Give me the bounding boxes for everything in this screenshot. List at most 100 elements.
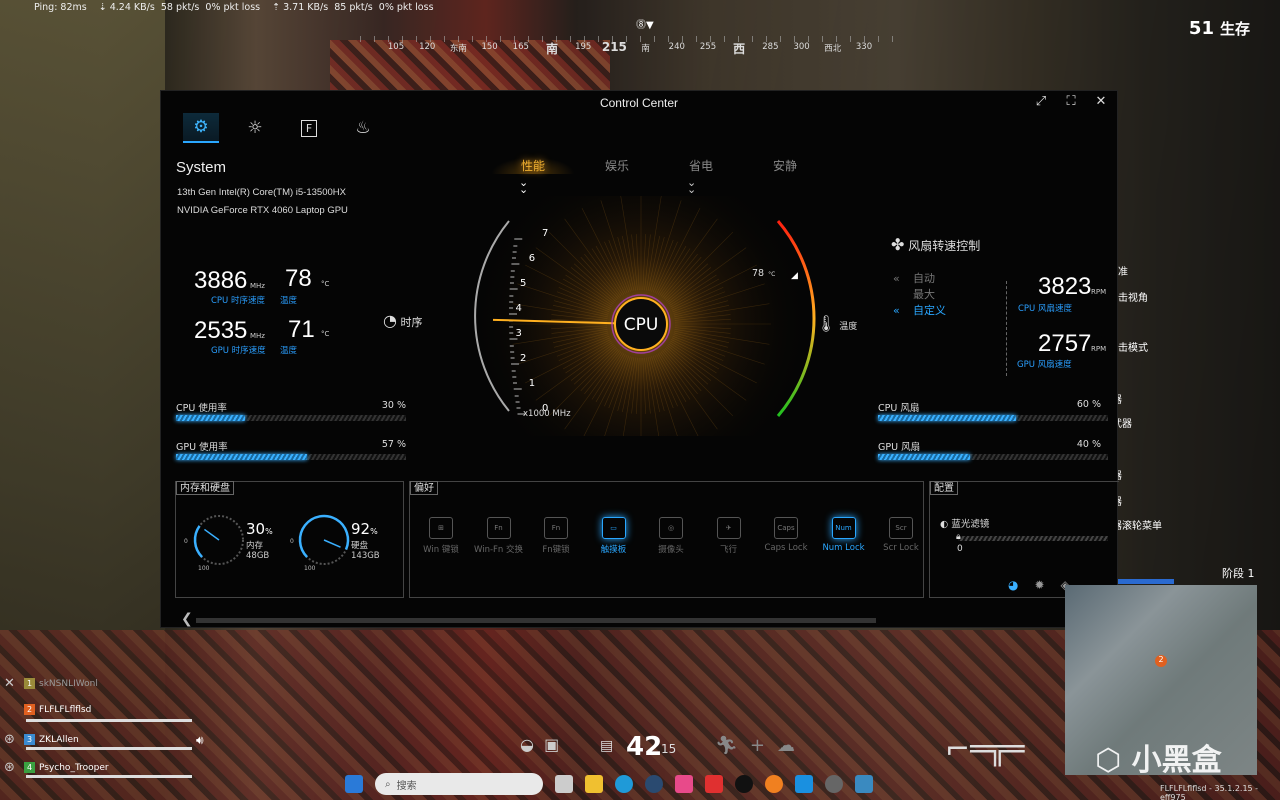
- horizontal-scrollbar[interactable]: [196, 618, 876, 623]
- caps-lock-icon: Caps: [774, 517, 798, 539]
- pref-toggle[interactable]: ⊞ Win 键锁: [413, 517, 469, 555]
- team-number: 1: [24, 678, 35, 689]
- tab-fan[interactable]: ♨: [345, 113, 381, 143]
- steam-icon[interactable]: [645, 775, 663, 793]
- orange-app-icon[interactable]: [765, 775, 783, 793]
- brightness-icon[interactable]: ✹: [1034, 578, 1044, 592]
- memory-panel: 内存和硬盘 0 100 0 100 30% 内存 48GB 92% 硬盘 143…: [175, 481, 404, 598]
- alive-counter: 51 生存: [1189, 18, 1250, 39]
- taskbar: ⌕ 搜索: [345, 770, 945, 798]
- team-member: ⊛ 3 ZKLAllen: [4, 732, 192, 750]
- cpu-fan-rpm-unit: RPM: [1091, 288, 1107, 296]
- gauge-tick-label: 3: [516, 328, 522, 339]
- fan-mode-label: 自动: [913, 272, 935, 285]
- pref-toggle[interactable]: Caps Caps Lock: [758, 517, 814, 553]
- cpu-clock-value: 3886: [194, 267, 248, 294]
- pref-toggle[interactable]: Fn Fn键锁: [528, 517, 584, 555]
- team-health-bar: [26, 719, 192, 722]
- blue-light-label: 蓝光滤镜: [951, 519, 990, 530]
- pref-toggle[interactable]: ◎ 摄像头: [643, 517, 699, 555]
- task-view-icon[interactable]: [555, 775, 573, 793]
- windows-start-icon[interactable]: [345, 775, 363, 793]
- file-explorer-icon[interactable]: [585, 775, 603, 793]
- config-panel: 配置 ◐ 蓝光滤镜 🔒︎ 0 ◕ ✹ ◈: [929, 481, 1119, 598]
- game-app-icon[interactable]: [825, 775, 843, 793]
- fan-icon: ♨: [355, 118, 371, 138]
- netease-icon[interactable]: [675, 775, 693, 793]
- fan-modes: « 自动最大 « 自定义: [893, 271, 946, 319]
- upload-stats: ⇡ 3.71 KB/s 85 pkt/s 0% pkt loss: [272, 2, 434, 13]
- tab-fn-keys[interactable]: F: [291, 113, 327, 143]
- fan-mode-option[interactable]: « 自动: [893, 271, 946, 287]
- slider-lock-icon[interactable]: 🔒︎: [956, 532, 961, 542]
- rifle-icon: ⌐═╦═: [945, 732, 1025, 767]
- pref-label: Win 键锁: [423, 545, 459, 555]
- gpu-usage-label: GPU 使用率: [176, 442, 228, 453]
- ammo-reserve: 15: [661, 742, 677, 756]
- num-lock-icon: Num: [831, 517, 856, 539]
- pref-toggle[interactable]: Num Num Lock: [816, 517, 872, 553]
- memory-panel-title: 内存和硬盘: [176, 481, 234, 495]
- thermometer: 🌡︎ 温度: [816, 314, 857, 333]
- cpu-usage-bar: [176, 415, 406, 421]
- qq-icon[interactable]: [735, 775, 753, 793]
- gpu-clock-unit: MHz: [250, 332, 265, 340]
- mode-tab[interactable]: 性能: [491, 157, 575, 174]
- mode-tab[interactable]: 安静: [743, 157, 827, 174]
- fn-lock-icon: Fn: [544, 517, 568, 539]
- fan-mode-option[interactable]: 最大: [893, 287, 946, 303]
- memory-percent-sign: %: [265, 527, 273, 536]
- disk-percent-sign: %: [370, 527, 378, 536]
- pref-toggle[interactable]: Scr Scr Lock: [873, 517, 929, 553]
- tab-lighting[interactable]: ☼: [237, 113, 273, 143]
- minimize-icon[interactable]: ⤢: [1033, 94, 1049, 110]
- team-name: skNSNLIWonl: [39, 678, 98, 689]
- disk-percent-value: 92: [351, 520, 371, 538]
- half-circle-icon: ◐: [940, 519, 949, 530]
- cpu-usage-value: 30 %: [381, 400, 406, 411]
- mode-tab[interactable]: 省电: [659, 157, 743, 174]
- team-name: Psycho_Trooper: [39, 762, 109, 773]
- mode-tab[interactable]: 娱乐: [575, 157, 659, 174]
- touchpad-icon: ▭: [601, 517, 626, 539]
- dead-icon: ✕: [4, 676, 15, 691]
- compass-tick: 330: [855, 42, 873, 52]
- clock-label: 时序: [400, 316, 423, 329]
- window-buttons: ⤢ ⛶ ✕: [1033, 94, 1109, 110]
- taskbar-search[interactable]: ⌕ 搜索: [375, 773, 543, 795]
- lighting-icon: ☼: [247, 118, 263, 138]
- wps-icon[interactable]: [705, 775, 723, 793]
- compass-tick: 165: [512, 42, 529, 52]
- compass-tick: 215: [601, 40, 627, 54]
- pref-toggle[interactable]: ✈ 飞行: [701, 517, 757, 555]
- compass-tick: 东南: [449, 44, 467, 54]
- pref-toggle[interactable]: Fn Win-Fn 交换: [471, 517, 527, 555]
- control-center-taskbar-icon[interactable]: [855, 775, 873, 793]
- slider-value: 0: [957, 544, 963, 554]
- team-name: FLFLFLflflsd: [39, 704, 92, 715]
- close-icon[interactable]: ✕: [1093, 94, 1109, 110]
- team-number: 4: [24, 762, 35, 773]
- fan-mode-option[interactable]: « 自定义: [893, 303, 946, 319]
- gauge-tick-label: 2: [520, 353, 526, 364]
- mode-chevron-active-icon: ⌄ ⌄: [519, 176, 529, 196]
- tab-system-settings[interactable]: ⚙: [183, 113, 219, 143]
- pref-toggle[interactable]: ▭ 触摸板: [586, 517, 642, 555]
- chevron-left-icon: «: [893, 304, 900, 317]
- compass-tick: 255: [699, 42, 717, 52]
- scroll-left-icon[interactable]: ❮: [181, 611, 193, 627]
- edge-browser-icon[interactable]: [615, 775, 633, 793]
- watermark-icon: ⬡: [1095, 743, 1122, 778]
- chevron-left-icon: «: [893, 272, 900, 285]
- memory-label: 内存: [246, 541, 264, 551]
- maximize-icon[interactable]: ⛶: [1063, 94, 1079, 110]
- blue-app-icon[interactable]: [795, 775, 813, 793]
- ammo-icon: ▤: [600, 738, 614, 754]
- right-menu-item: 器滚轮菜单: [1112, 521, 1162, 532]
- display-mode-icon[interactable]: ◕: [1008, 578, 1018, 592]
- pref-label: Caps Lock: [764, 543, 808, 553]
- blue-light-slider[interactable]: [958, 536, 1108, 541]
- ping-text: Ping: 82ms: [34, 2, 87, 13]
- alive-label: 生存: [1219, 20, 1250, 38]
- fn-icon: F: [300, 119, 318, 137]
